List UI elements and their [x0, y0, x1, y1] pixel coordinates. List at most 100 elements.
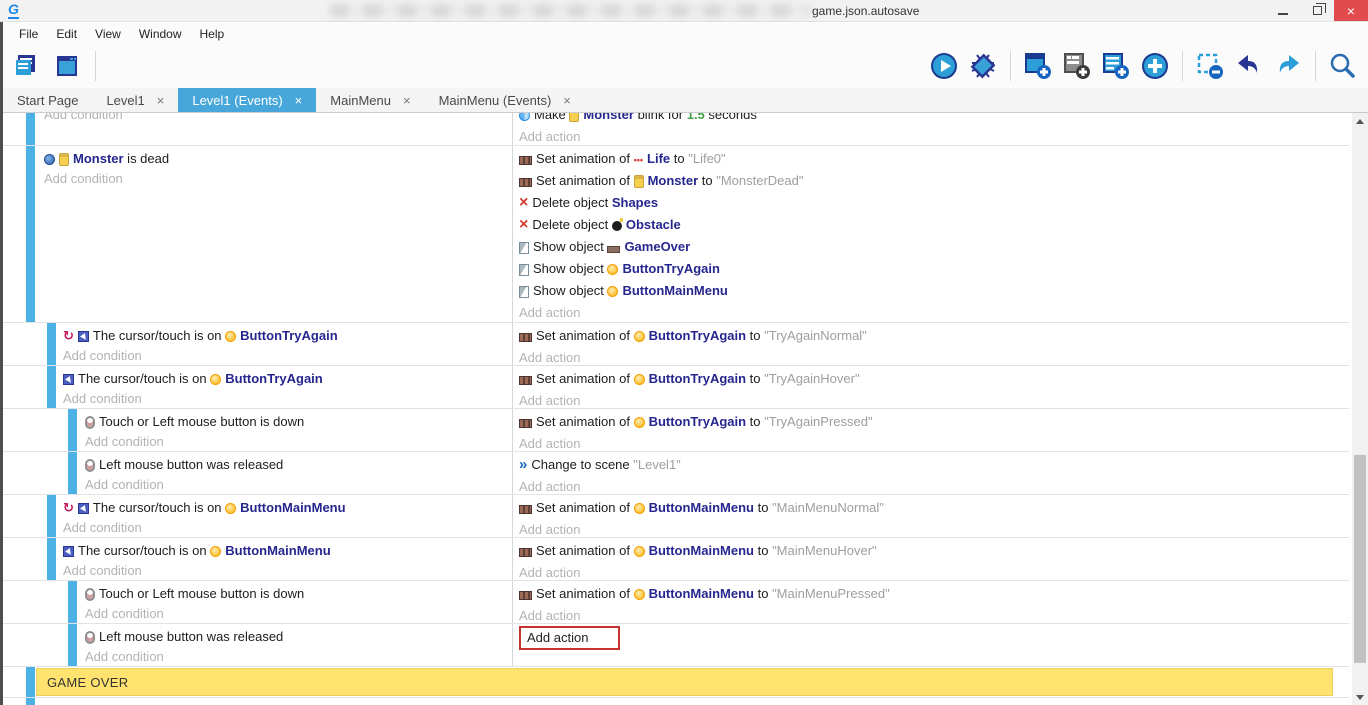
- mouse-icon: [85, 416, 95, 429]
- event-row[interactable]: The cursor/touch is on ButtonTryAgain Ad…: [3, 366, 1349, 409]
- add-action-placeholder[interactable]: Add action: [519, 390, 1333, 408]
- condition-line[interactable]: The cursor/touch is on ButtonTryAgain: [63, 323, 512, 345]
- event-row[interactable]: The cursor/touch is on ButtonMainMenu Ad…: [3, 495, 1349, 538]
- action-line[interactable]: Delete object Obstacle: [519, 214, 1333, 236]
- minimize-button[interactable]: [1266, 0, 1300, 21]
- add-condition-placeholder[interactable]: Add condition: [85, 474, 512, 494]
- set-animation-icon: [519, 548, 532, 557]
- add-action-placeholder[interactable]: Add action: [519, 519, 1333, 537]
- add-condition-placeholder[interactable]: Add condition: [85, 646, 512, 666]
- action-line[interactable]: Make Monster blink for 1.5 seconds: [519, 113, 1333, 126]
- event-row[interactable]: The cursor/touch is on ButtonTryAgain Ad…: [3, 323, 1349, 366]
- redo-icon[interactable]: [1273, 51, 1303, 81]
- action-line[interactable]: Set animation of ButtonMainMenu to "Main…: [519, 540, 1333, 562]
- undo-icon[interactable]: [1234, 51, 1264, 81]
- search-icon[interactable]: [1328, 51, 1358, 81]
- scroll-up-icon[interactable]: [1352, 113, 1368, 129]
- toolbar: [3, 44, 1368, 88]
- action-line[interactable]: Change to scene "Level1": [519, 454, 1333, 476]
- action-line[interactable]: Set animation of Life to "Life0": [519, 148, 1333, 170]
- add-condition-placeholder[interactable]: Add condition: [63, 388, 512, 408]
- event-row[interactable]: Left mouse button was released Add condi…: [3, 452, 1349, 495]
- tab-start-page[interactable]: Start Page: [3, 88, 92, 112]
- debugger-bug-icon[interactable]: [968, 51, 998, 81]
- menu-edit[interactable]: Edit: [47, 25, 86, 43]
- event-row[interactable]: [3, 698, 1349, 705]
- add-condition-placeholder[interactable]: Add condition: [44, 113, 512, 126]
- event-selection-bar[interactable]: [26, 667, 35, 697]
- close-tab-icon[interactable]: ×: [295, 93, 303, 108]
- condition-line[interactable]: The cursor/touch is on ButtonMainMenu: [63, 538, 512, 560]
- add-condition-placeholder[interactable]: Add condition: [63, 517, 512, 537]
- add-action-placeholder[interactable]: Add action: [519, 433, 1333, 451]
- show-icon: [519, 286, 529, 298]
- event-row[interactable]: Touch or Left mouse button is down Add c…: [3, 581, 1349, 624]
- restore-button[interactable]: [1300, 0, 1334, 21]
- add-condition-placeholder[interactable]: Add condition: [63, 560, 512, 580]
- menu-window[interactable]: Window: [130, 25, 191, 43]
- scroll-down-icon[interactable]: [1352, 689, 1368, 705]
- add-action-placeholder[interactable]: Add action: [519, 347, 1333, 365]
- add-condition-placeholder[interactable]: Add condition: [63, 345, 512, 365]
- action-line[interactable]: Set animation of ButtonTryAgain to "TryA…: [519, 325, 1333, 347]
- tab-level1[interactable]: Level1×: [92, 88, 178, 112]
- menu-view[interactable]: View: [86, 25, 130, 43]
- condition-line[interactable]: Left mouse button was released: [85, 624, 512, 646]
- add-object-icon[interactable]: [1140, 51, 1170, 81]
- action-line[interactable]: Set animation of ButtonTryAgain to "TryA…: [519, 411, 1333, 433]
- add-action-placeholder[interactable]: Add action: [519, 476, 1333, 494]
- event-row[interactable]: Touch or Left mouse button is down Add c…: [3, 409, 1349, 452]
- coin-menu-icon: [634, 503, 645, 514]
- add-comment-icon[interactable]: [1101, 51, 1131, 81]
- action-line[interactable]: Set animation of ButtonMainMenu to "Main…: [519, 583, 1333, 605]
- event-row[interactable]: Left mouse button was released Add condi…: [3, 624, 1349, 667]
- add-condition-placeholder[interactable]: Add condition: [85, 603, 512, 623]
- condition-line[interactable]: Monster is dead: [44, 146, 512, 168]
- add-external-events-icon[interactable]: [1062, 51, 1092, 81]
- comment-row[interactable]: GAME OVER: [3, 667, 1349, 698]
- condition-line[interactable]: Touch or Left mouse button is down: [85, 581, 512, 603]
- tab-mainmenu-events[interactable]: MainMenu (Events)×: [425, 88, 585, 112]
- close-tab-icon[interactable]: ×: [157, 93, 165, 108]
- event-row[interactable]: Monster is dead Add condition Set animat…: [3, 146, 1349, 323]
- add-action-placeholder[interactable]: Add action: [519, 562, 1333, 580]
- add-action-placeholder[interactable]: Add action: [519, 302, 1333, 322]
- action-line[interactable]: Set animation of ButtonMainMenu to "Main…: [519, 497, 1333, 519]
- action-line[interactable]: Show object GameOver: [519, 236, 1333, 258]
- action-line[interactable]: Set animation of Monster to "MonsterDead…: [519, 170, 1333, 192]
- action-line[interactable]: Show object ButtonTryAgain: [519, 258, 1333, 280]
- event-row[interactable]: Add condition Make Monster blink for 1.5…: [3, 113, 1349, 146]
- event-row[interactable]: The cursor/touch is on ButtonMainMenu Ad…: [3, 538, 1349, 581]
- text-segment: The cursor/touch is on: [93, 500, 225, 515]
- close-tab-icon[interactable]: ×: [403, 93, 411, 108]
- add-event-icon[interactable]: [1023, 51, 1053, 81]
- comment-text[interactable]: GAME OVER: [36, 668, 1333, 696]
- preview-play-icon[interactable]: [929, 51, 959, 81]
- condition-line[interactable]: The cursor/touch is on ButtonMainMenu: [63, 495, 512, 517]
- menu-help[interactable]: Help: [191, 25, 234, 43]
- add-condition-placeholder[interactable]: Add condition: [44, 168, 512, 190]
- add-action-placeholder[interactable]: Add action: [519, 126, 1333, 145]
- action-line[interactable]: Show object ButtonMainMenu: [519, 280, 1333, 302]
- action-line[interactable]: Set animation of ButtonTryAgain to "TryA…: [519, 368, 1333, 390]
- condition-line[interactable]: The cursor/touch is on ButtonTryAgain: [63, 366, 512, 388]
- condition-line[interactable]: Touch or Left mouse button is down: [85, 409, 512, 431]
- menu-file[interactable]: File: [10, 25, 47, 43]
- scrollbar-thumb[interactable]: [1354, 455, 1366, 663]
- vertical-scrollbar[interactable]: [1352, 113, 1368, 705]
- object-name: ButtonTryAgain: [225, 371, 323, 386]
- tab-level1-events[interactable]: Level1 (Events)×: [178, 88, 316, 112]
- close-tab-icon[interactable]: ×: [563, 93, 571, 108]
- condition-line[interactable]: Left mouse button was released: [85, 452, 512, 474]
- add-action-placeholder[interactable]: Add action: [519, 605, 1333, 623]
- delete-event-icon[interactable]: [1195, 51, 1225, 81]
- project-manager-icon[interactable]: [12, 51, 42, 81]
- tab-mainmenu[interactable]: MainMenu×: [316, 88, 424, 112]
- add-condition-placeholder[interactable]: Add condition: [85, 431, 512, 451]
- text-segment: Touch or Left mouse button is down: [99, 586, 304, 601]
- event-selection-bar[interactable]: [26, 698, 35, 705]
- action-line[interactable]: Delete object Shapes: [519, 192, 1333, 214]
- add-action-highlighted[interactable]: Add action: [519, 626, 620, 650]
- close-button[interactable]: ×: [1334, 0, 1368, 21]
- scene-editor-icon[interactable]: [52, 51, 82, 81]
